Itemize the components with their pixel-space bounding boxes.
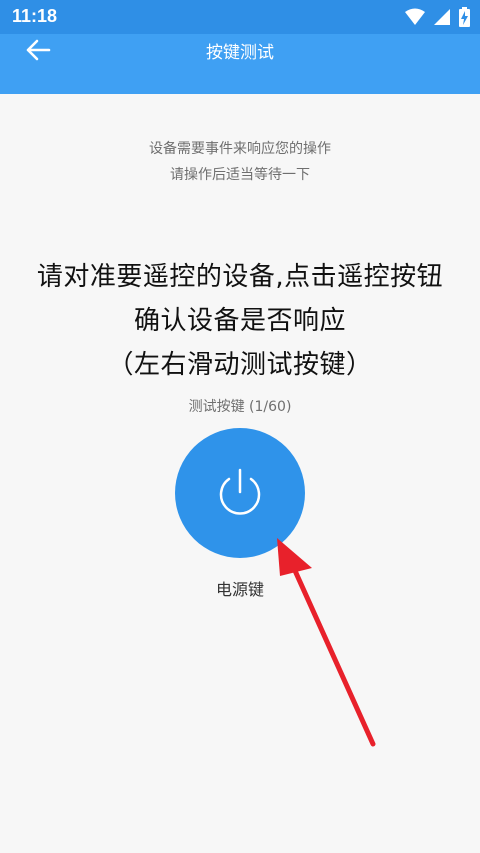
app-bar: 按键测试 [0,34,480,94]
test-progress: 测试按键 (1/60) [188,399,292,415]
instruction-line-1: 请对准要遥控的设备,点击遥控按钮 [36,262,444,292]
hint-line-1: 设备需要事件来响应您的操作 [149,141,331,157]
page-title: 按键测试 [206,43,274,63]
instruction-line-2: 确认设备是否响应 [133,306,346,336]
status-bar: 11:18 [0,0,480,34]
annotation-arrow-icon [277,538,376,747]
wifi-icon [405,8,425,30]
main-content: 设备需要事件来响应您的操作 请操作后适当等待一下 请对准要遥控的设备,点击遥控按… [0,94,480,853]
signal-icon [433,8,451,30]
status-time: 11:18 [12,6,58,26]
hint-line-2: 请操作后适当等待一下 [170,167,310,183]
status-icons [405,7,470,31]
instruction-line-3: （左右滑动测试按键） [107,350,373,380]
battery-charging-icon [459,7,470,31]
key-name-label: 电源键 [215,580,264,599]
power-icon [213,464,267,522]
